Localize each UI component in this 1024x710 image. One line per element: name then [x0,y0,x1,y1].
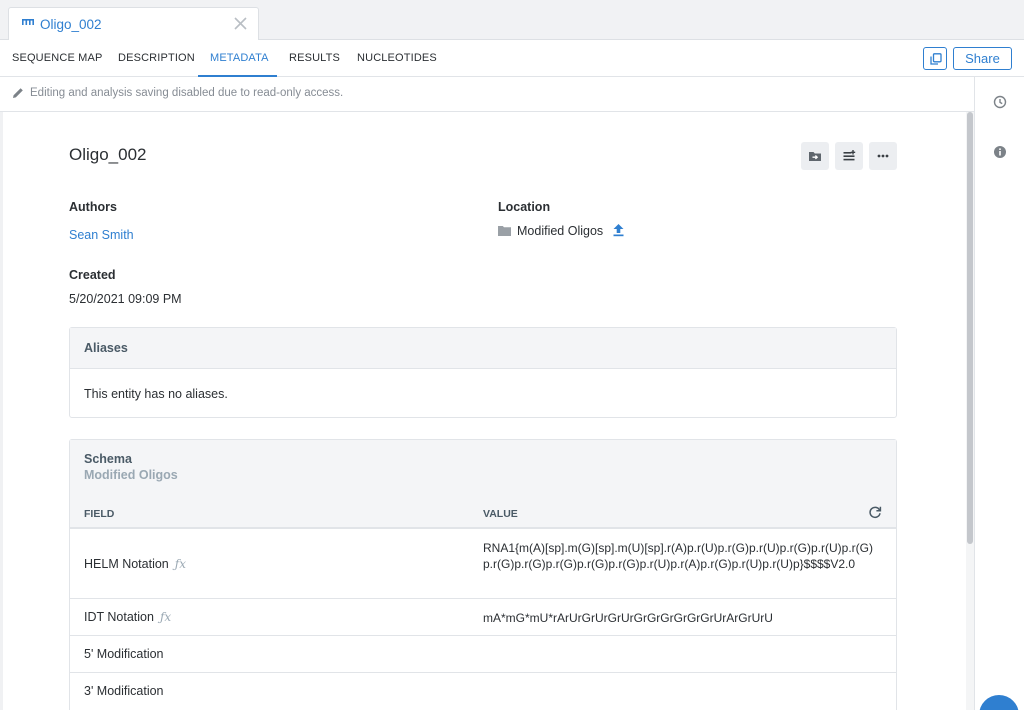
field-name: IDT Notation ƒx [84,610,171,624]
share-button[interactable]: Share [953,47,1012,70]
author-link[interactable]: Sean Smith [69,228,134,242]
tab-results[interactable]: RESULTS [289,52,340,64]
adjust-button[interactable] [835,142,863,170]
table-row: 3' Modification [70,672,896,709]
upload-icon[interactable] [612,223,625,237]
readonly-notice-bar: Editing and analysis saving disabled due… [0,77,974,112]
aliases-card-header: Aliases [70,328,896,369]
aliases-empty-text: This entity has no aliases. [84,387,228,401]
document-tab[interactable]: Oligo_002 [8,7,259,41]
document-tab-strip: Oligo_002 [0,0,1024,41]
copy-button[interactable] [923,47,947,70]
document-tab-title: Oligo_002 [40,17,102,32]
field-name-text: HELM Notation [84,557,169,571]
table-row: IDT Notation ƒx mA*mG*mU*rArUrGrUrGrUrGrG… [70,598,896,635]
tab-nucleotides[interactable]: NUCLEOTIDES [357,52,437,64]
more-icon [877,154,889,158]
readonly-message: Editing and analysis saving disabled due… [30,87,344,99]
aliases-card: Aliases This entity has no aliases. [69,327,897,418]
adjust-icon [843,150,856,161]
tab-metadata[interactable]: METADATA [210,52,269,64]
field-column-header: FIELD [84,508,115,520]
table-row: 5' Modification [70,635,896,672]
history-icon[interactable] [993,95,1007,109]
folder-icon [498,226,511,236]
move-button[interactable] [801,142,829,170]
metadata-panel: Oligo_002 Authors Sean Smith Location Mo… [0,112,966,710]
schema-card: Schema Modified Oligos FIELD VALUE HELM … [69,439,897,710]
sequence-icon [22,19,34,25]
field-value: mA*mG*mU*rArUrGrUrGrUrGrGrGrGrGrGrUrArGr… [483,611,773,625]
created-value: 5/20/2021 09:09 PM [69,292,182,306]
field-name: HELM Notation ƒx [84,557,186,571]
field-name-text: IDT Notation [84,610,154,624]
location-value[interactable]: Modified Oligos [517,224,603,238]
value-column-header: VALUE [483,508,518,520]
schema-title: Schema [84,452,132,466]
field-name: 5' Modification [84,647,164,661]
formula-icon: ƒx [174,557,186,571]
formula-icon: ƒx [159,610,172,624]
field-name: 3' Modification [84,684,164,698]
table-row: HELM Notation ƒx RNA1{m(A)[sp].m(G)[sp].m… [70,528,896,598]
created-label: Created [69,268,116,282]
page-title: Oligo_002 [69,145,147,164]
schema-card-header: Schema Modified Oligos FIELD VALUE [70,440,896,528]
scrollbar-thumb[interactable] [967,112,973,544]
pencil-icon [13,88,23,98]
aliases-title: Aliases [84,341,128,355]
field-value: RNA1{m(A)[sp].m(G)[sp].m(U)[sp].r(A)p.r(… [483,541,873,571]
right-rail [974,77,1024,710]
tab-description[interactable]: DESCRIPTION [118,52,195,64]
move-to-folder-icon [809,152,821,161]
info-icon[interactable] [993,145,1007,159]
refresh-icon[interactable] [868,505,882,519]
tab-sequence-map[interactable]: SEQUENCE MAP [12,52,102,64]
entity-nav-bar: SEQUENCE MAP DESCRIPTION METADATA RESULT… [0,40,1024,77]
location-label: Location [498,200,551,214]
authors-label: Authors [69,200,117,214]
more-button[interactable] [869,142,897,170]
schema-name: Modified Oligos [84,468,178,482]
close-icon[interactable] [234,17,247,30]
copy-icon [930,53,942,65]
